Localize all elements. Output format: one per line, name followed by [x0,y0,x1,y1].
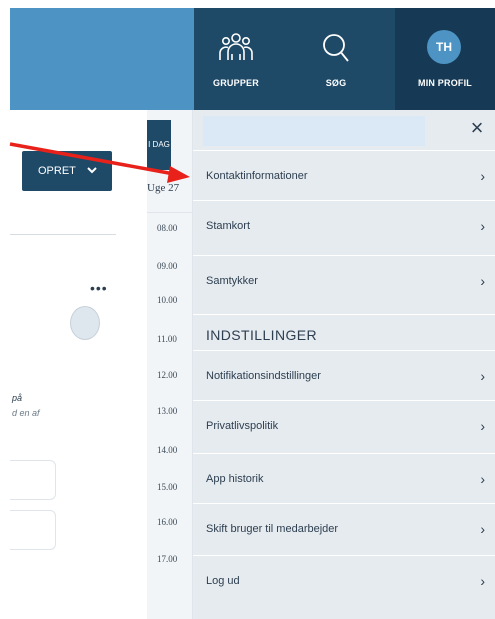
menu-item-label: Skift bruger til medarbejder [206,523,339,535]
avatar-placeholder [70,306,100,340]
calendar-strip: I DAG Uge 27 08.00 09.00 10.00 11.00 12.… [147,110,193,619]
chevron-right-icon: › [480,368,485,384]
menu-item-label: Privatlivspolitik [206,420,279,432]
left-text-fragment-1: på [12,393,23,403]
menu-item-log-out[interactable]: Log ud › [193,555,495,605]
top-navigation: GRUPPER SØG TH MIN PROFIL [194,8,495,110]
chevron-right-icon: › [480,273,485,289]
menu-item-contact-info[interactable]: Kontaktinformationer › [193,150,495,200]
hour-label: 11.00 [157,334,177,344]
hour-label: 14.00 [157,445,178,455]
menu-item-label: Notifikationsindstillinger [206,370,321,382]
menu-item-app-history[interactable]: App historik › [193,453,495,503]
create-button-label: OPRET [38,165,76,177]
chevron-right-icon: › [480,521,485,537]
menu-item-privacy-policy[interactable]: Privatlivspolitik › [193,400,495,450]
close-icon[interactable]: × [465,116,489,140]
hour-label: 16.00 [157,517,178,527]
hour-label: 10.00 [157,295,178,305]
settings-heading: INDSTILLINGER [193,314,495,354]
menu-search-field[interactable] [203,116,425,146]
more-options-icon[interactable]: ••• [90,280,108,296]
hour-label: 12.00 [157,370,178,380]
left-content-area: OPRET ••• på d en af [10,110,147,619]
chevron-right-icon: › [480,471,485,487]
chevron-right-icon: › [480,418,485,434]
nav-groups-label: GRUPPER [213,78,259,88]
hour-label: 17.00 [157,554,178,564]
menu-item-stamkort[interactable]: Stamkort › [193,200,495,250]
settings-heading-label: INDSTILLINGER [206,327,317,343]
header-bar [10,8,194,110]
nav-profile-label: MIN PROFIL [418,78,472,88]
menu-item-label: App historik [206,473,264,485]
menu-item-label: Kontaktinformationer [206,170,308,182]
left-card-2[interactable] [10,510,56,550]
menu-item-switch-user[interactable]: Skift bruger til medarbejder › [193,503,495,553]
nav-search-button[interactable]: SØG [304,8,368,110]
nav-search-label: SØG [325,78,347,88]
nav-profile-button[interactable]: TH MIN PROFIL [395,8,495,110]
hour-label: 09.00 [157,261,178,271]
chevron-right-icon: › [480,573,485,589]
groups-icon [219,33,253,60]
week-label: Uge 27 [147,182,180,194]
chevron-right-icon: › [480,168,485,184]
avatar: TH [427,30,461,64]
left-text-fragment-2: d en af [12,408,40,418]
profile-menu: × Kontaktinformationer › Stamkort › Samt… [193,110,495,619]
menu-item-label: Samtykker [206,275,258,287]
menu-item-notification-settings[interactable]: Notifikationsindstillinger › [193,350,495,400]
chevron-down-icon [86,151,98,207]
today-button[interactable]: I DAG [147,120,171,170]
menu-item-label: Stamkort [206,220,251,232]
menu-item-label: Log ud [206,575,240,587]
divider [10,234,116,235]
hour-divider [147,212,193,213]
create-button[interactable]: OPRET [22,151,112,191]
left-card-1[interactable] [10,460,56,500]
hour-label: 15.00 [157,482,178,492]
nav-groups-button[interactable]: GRUPPER [204,8,268,110]
hour-label: 08.00 [157,223,178,233]
menu-item-consents[interactable]: Samtykker › [193,255,495,305]
hour-label: 13.00 [157,406,178,416]
chevron-right-icon: › [480,218,485,234]
search-icon [323,34,349,62]
